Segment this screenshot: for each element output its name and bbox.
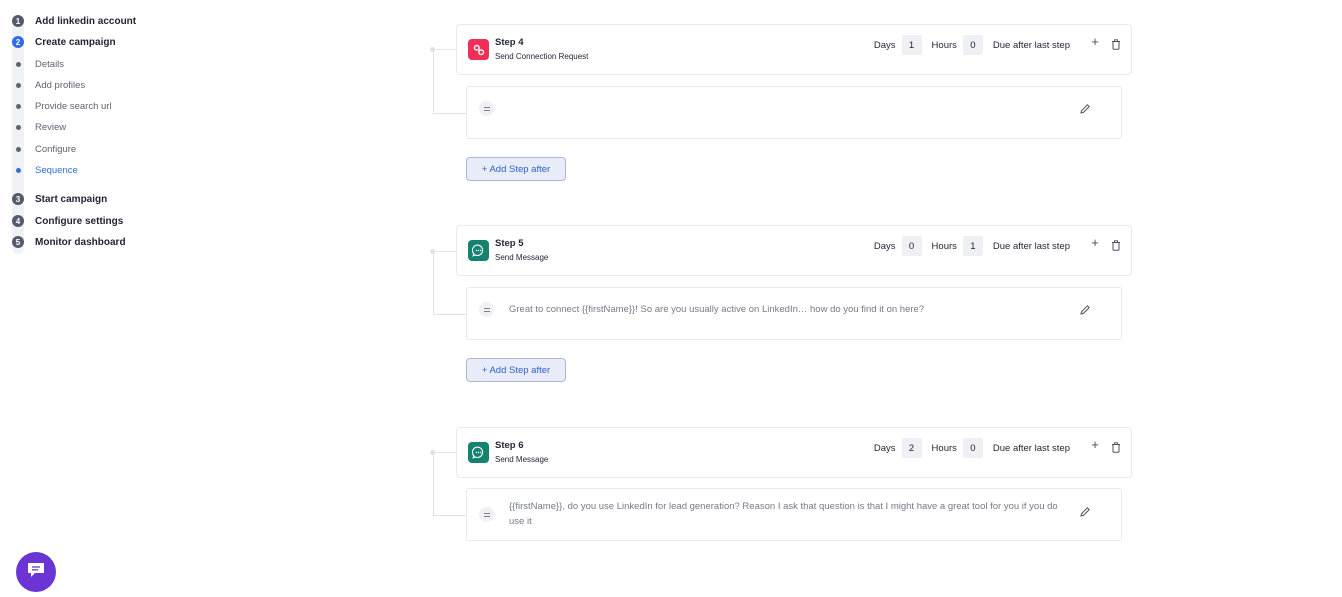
due-label: Due after last step [992,240,1070,252]
substep-dot [12,103,24,109]
sequence-step-card: Step 5 Send Message Days 0 Hours 1 Due a… [456,225,1132,276]
tree-connector [434,452,456,453]
hours-label: Hours [931,442,957,454]
tree-connector [433,113,466,114]
tree-connector [433,314,466,315]
days-label: Days [873,240,896,252]
pencil-icon[interactable] [1079,102,1091,114]
sequence-step-card: Step 6 Send Message Days 2 Hours 0 Due a… [456,427,1132,478]
tree-connector [433,50,434,114]
pencil-icon[interactable] [1079,303,1091,315]
due-label: Due after last step [992,442,1070,454]
days-input[interactable]: 0 [901,236,922,256]
progress-sidebar: 1 Add linkedin account 2 Create campaign… [0,0,220,597]
step-number-badge: 2 [12,36,24,48]
sidebar-step-start-campaign[interactable]: 3 Start campaign [12,190,107,208]
add-step-after-button[interactable]: + Add Step after [466,157,566,181]
drag-handle-icon[interactable] [479,101,494,116]
tree-connector [433,252,434,315]
sidebar-substep-label: Add profiles [35,79,86,91]
add-step-after-button[interactable]: + Add Step after [466,358,566,382]
add-icon[interactable]: + [1089,438,1101,451]
step-number-badge: 4 [12,215,24,227]
trash-icon[interactable] [1111,238,1121,251]
sequence-step-card: Step 4 Send Connection Request Days 1 Ho… [456,24,1132,75]
tree-connector [434,251,456,252]
sidebar-substep-review[interactable]: Review [12,119,66,135]
sidebar-substep-configure[interactable]: Configure [12,141,76,157]
drag-handle-icon[interactable] [479,507,494,522]
sidebar-step-label: Start campaign [35,193,108,205]
message-box[interactable] [466,86,1122,139]
days-label: Days [873,442,896,454]
step-action: Send Connection Request [495,52,589,61]
hours-input[interactable]: 0 [962,35,983,55]
step-timing: Days 0 Hours 1 Due after last step [874,236,1070,256]
sidebar-step-label: Monitor dashboard [35,236,126,248]
step-number-badge: 3 [12,193,24,205]
hours-label: Hours [931,39,957,51]
message-box[interactable]: Great to connect {{firstName}}! So are y… [466,287,1122,340]
add-icon[interactable]: + [1089,236,1101,249]
sidebar-substep-label: Review [35,121,67,133]
sidebar-substep-add-profiles[interactable]: Add profiles [12,77,85,93]
hours-label: Hours [931,240,957,252]
drag-handle-icon[interactable] [479,302,494,317]
message-text: Great to connect {{firstName}}! So are y… [509,304,925,315]
trash-icon[interactable] [1111,37,1121,50]
chat-widget-button[interactable] [16,552,56,592]
step-action: Send Message [495,253,549,262]
sidebar-step-add-linkedin-account[interactable]: 1 Add linkedin account [12,12,136,30]
sidebar-substep-label: Sequence [35,164,78,176]
sidebar-step-label: Create campaign [35,36,116,48]
add-icon[interactable]: + [1089,35,1101,48]
sidebar-step-label: Configure settings [35,215,124,227]
step-title: Step 6 [495,440,524,451]
step-title: Step 5 [495,238,524,249]
pencil-icon[interactable] [1079,505,1091,517]
due-label: Due after last step [992,39,1070,51]
days-input[interactable]: 1 [901,35,922,55]
trash-icon[interactable] [1111,440,1121,453]
chat-icon [26,561,46,584]
substep-dot [12,82,24,88]
step-action: Send Message [495,455,549,464]
tree-connector [434,49,456,50]
days-input[interactable]: 2 [901,438,922,458]
message-box[interactable]: {{firstName}}, do you use LinkedIn for l… [466,488,1122,541]
sidebar-step-configure-settings[interactable]: 4 Configure settings [12,212,123,230]
sidebar-substep-label: Details [35,58,65,70]
sidebar-step-label: Add linkedin account [35,15,137,27]
step-number-badge: 5 [12,236,24,248]
step-timing: Days 1 Hours 0 Due after last step [874,35,1070,55]
step-timing: Days 2 Hours 0 Due after last step [874,438,1070,458]
substep-dot [12,61,24,67]
sidebar-substep-details[interactable]: Details [12,56,64,72]
link-icon [468,39,489,60]
chat-bubble-icon [468,442,489,463]
sidebar-step-monitor-dashboard[interactable]: 5 Monitor dashboard [12,233,126,251]
substep-dot [12,167,24,173]
sidebar-substep-sequence[interactable]: Sequence [12,162,78,178]
sidebar-substep-label: Provide search url [35,100,112,112]
sidebar-substep-provide-search-url[interactable]: Provide search url [12,98,112,114]
message-text: {{firstName}}, do you use LinkedIn for l… [509,501,1058,527]
sidebar-step-create-campaign[interactable]: 2 Create campaign [12,33,116,51]
substep-dot [12,124,24,130]
step-number-badge: 1 [12,15,24,27]
sidebar-substep-label: Configure [35,143,77,155]
substep-dot [12,146,24,152]
tree-connector [433,515,466,516]
days-label: Days [873,39,896,51]
hours-input[interactable]: 0 [962,438,983,458]
step-title: Step 4 [495,37,524,48]
tree-connector [433,453,434,516]
hours-input[interactable]: 1 [962,236,983,256]
chat-bubble-icon [468,240,489,261]
